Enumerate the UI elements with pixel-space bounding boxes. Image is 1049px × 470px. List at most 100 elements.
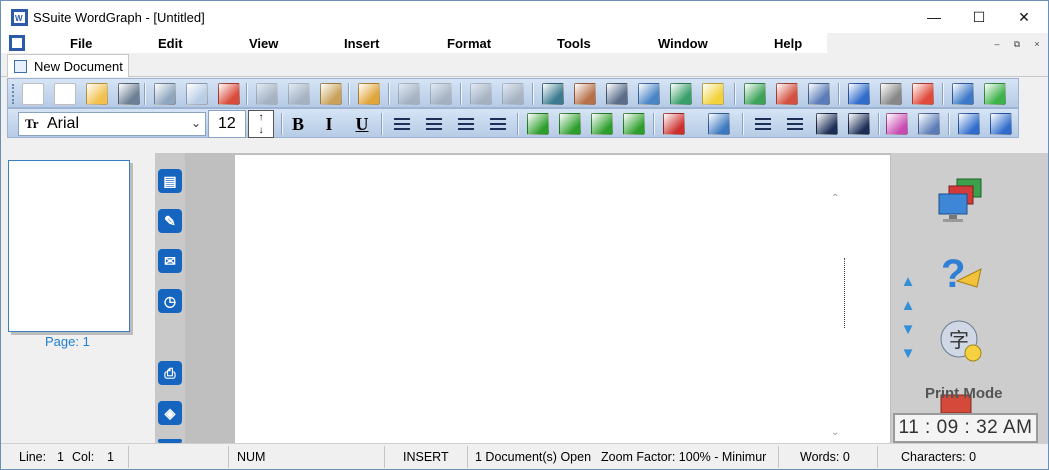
chinese-language-icon[interactable]: 字 <box>937 317 985 365</box>
copy-icon[interactable] <box>288 83 310 105</box>
mdi-close-button[interactable]: × <box>1030 38 1044 50</box>
status-separator <box>128 446 129 468</box>
italic-button[interactable]: I <box>317 112 341 136</box>
text-box-icon[interactable] <box>918 113 940 135</box>
close-button[interactable]: ✕ <box>1001 1 1047 33</box>
highlighter-icon[interactable] <box>358 83 380 105</box>
print-icon[interactable] <box>154 83 176 105</box>
splitter-handle[interactable] <box>844 258 846 328</box>
menu-tools[interactable]: Tools <box>557 36 591 51</box>
redo-icon[interactable] <box>430 83 452 105</box>
menu-insert[interactable]: Insert <box>344 36 379 51</box>
stop-sign-icon[interactable] <box>663 113 685 135</box>
back-arrow-icon[interactable] <box>848 83 870 105</box>
vertical-scrollbar[interactable]: ⌃ ⌄ <box>828 155 845 445</box>
previous-page-icon[interactable]: ▲ <box>900 298 916 313</box>
camera-icon[interactable] <box>606 83 628 105</box>
help-icon[interactable] <box>984 83 1006 105</box>
align-justify-icon[interactable] <box>487 113 509 135</box>
align-right-icon[interactable] <box>455 113 477 135</box>
status-word-count: Words: 0 <box>800 450 850 464</box>
superscript-icon[interactable] <box>816 113 838 135</box>
printer-icon[interactable]: ⎙ <box>158 361 182 385</box>
toolbar-separator <box>517 113 518 135</box>
formula-icon[interactable] <box>702 83 724 105</box>
indent-icon[interactable] <box>591 113 613 135</box>
cut-icon[interactable] <box>256 83 278 105</box>
document-page[interactable] <box>235 155 829 445</box>
minimize-button[interactable]: — <box>911 1 957 33</box>
document-icon[interactable]: ▤ <box>158 169 182 193</box>
mdi-minimize-button[interactable]: – <box>990 38 1004 50</box>
menu-edit[interactable]: Edit <box>158 36 183 51</box>
menu-file[interactable]: File <box>70 36 92 51</box>
globe-icon[interactable]: ◈ <box>158 401 182 425</box>
email-icon[interactable] <box>808 83 830 105</box>
save-disk-icon[interactable] <box>118 83 140 105</box>
exit-icon[interactable] <box>952 83 974 105</box>
font-name-select[interactable]: Tr Arial ⌄ <box>18 112 206 136</box>
page-thumbnail[interactable] <box>8 160 130 332</box>
page-color-icon[interactable] <box>886 113 908 135</box>
align-left-icon[interactable] <box>391 113 413 135</box>
underline-button[interactable]: U <box>350 112 374 136</box>
page-next-icon[interactable] <box>990 113 1012 135</box>
multi-monitor-icon[interactable] <box>937 177 985 225</box>
last-page-icon[interactable]: ▼ <box>900 346 916 361</box>
scroll-down-arrow-icon[interactable]: ⌄ <box>831 427 839 438</box>
print-preview-icon[interactable] <box>186 83 208 105</box>
menu-help[interactable]: Help <box>774 36 802 51</box>
toolbar-grip[interactable] <box>12 84 16 104</box>
zoom-out-icon[interactable] <box>502 83 524 105</box>
database-icon[interactable] <box>542 83 564 105</box>
document-menu-icon[interactable] <box>9 35 25 51</box>
edit-icon[interactable]: ✎ <box>158 209 182 233</box>
scroll-up-arrow-icon[interactable]: ⌃ <box>831 193 839 204</box>
menu-view[interactable]: View <box>249 36 278 51</box>
status-separator <box>877 446 878 468</box>
zoom-in-icon[interactable] <box>470 83 492 105</box>
menu-bar: File Edit View Insert Format Tools Windo… <box>1 33 1048 53</box>
bulleted-list-icon[interactable] <box>784 113 806 135</box>
menu-format[interactable]: Format <box>447 36 491 51</box>
spell-check-icon[interactable] <box>218 83 240 105</box>
font-size-stepper[interactable]: ↑ ↓ <box>248 110 274 138</box>
copy-document-icon[interactable] <box>54 83 76 105</box>
calendar-icon[interactable] <box>912 83 934 105</box>
maximize-button[interactable]: ☐ <box>956 1 1002 33</box>
undo-icon[interactable] <box>398 83 420 105</box>
insert-table-icon[interactable] <box>638 83 660 105</box>
menu-window[interactable]: Window <box>658 36 708 51</box>
insert-chart-icon[interactable] <box>670 83 692 105</box>
status-separator <box>467 446 468 468</box>
new-document-icon[interactable] <box>22 83 44 105</box>
monitor-icon[interactable] <box>708 113 730 135</box>
right-panel: ? 字 ▲ ▲ ▼ ▼ Print Mode 11 : 09 : 32 AM <box>891 153 1048 443</box>
align-center-icon[interactable] <box>423 113 445 135</box>
chevron-down-icon[interactable]: ⌄ <box>191 116 201 130</box>
page-up-icon[interactable] <box>958 113 980 135</box>
plugins-icon[interactable] <box>776 83 798 105</box>
mdi-restore-button[interactable]: ⧉ <box>1010 38 1024 50</box>
font-size-field[interactable]: 12 <box>208 110 246 138</box>
subscript-icon[interactable] <box>848 113 870 135</box>
status-bar: Line: 1 Col: 1 NUM INSERT 1 Document(s) … <box>1 443 1048 469</box>
help-question-icon[interactable]: ? <box>937 247 985 295</box>
indent-right-icon[interactable] <box>623 113 645 135</box>
document-compare-icon[interactable] <box>744 83 766 105</box>
tab-new-document[interactable]: New Document <box>7 54 129 77</box>
next-page-icon[interactable]: ▼ <box>900 322 916 337</box>
clock-icon[interactable]: ◷ <box>158 289 182 313</box>
print-mode-label[interactable]: Print Mode <box>925 385 1003 402</box>
outdent-icon[interactable] <box>559 113 581 135</box>
clock-icon[interactable] <box>880 83 902 105</box>
chat-icon[interactable]: ✉ <box>158 249 182 273</box>
numbered-list-icon[interactable] <box>752 113 774 135</box>
font-size-value: 12 <box>218 115 236 132</box>
bold-button[interactable]: B <box>286 112 310 136</box>
insert-picture-icon[interactable] <box>574 83 596 105</box>
first-page-icon[interactable]: ▲ <box>900 274 916 289</box>
open-folder-icon[interactable] <box>86 83 108 105</box>
indent-left-icon[interactable] <box>527 113 549 135</box>
paste-icon[interactable] <box>320 83 342 105</box>
